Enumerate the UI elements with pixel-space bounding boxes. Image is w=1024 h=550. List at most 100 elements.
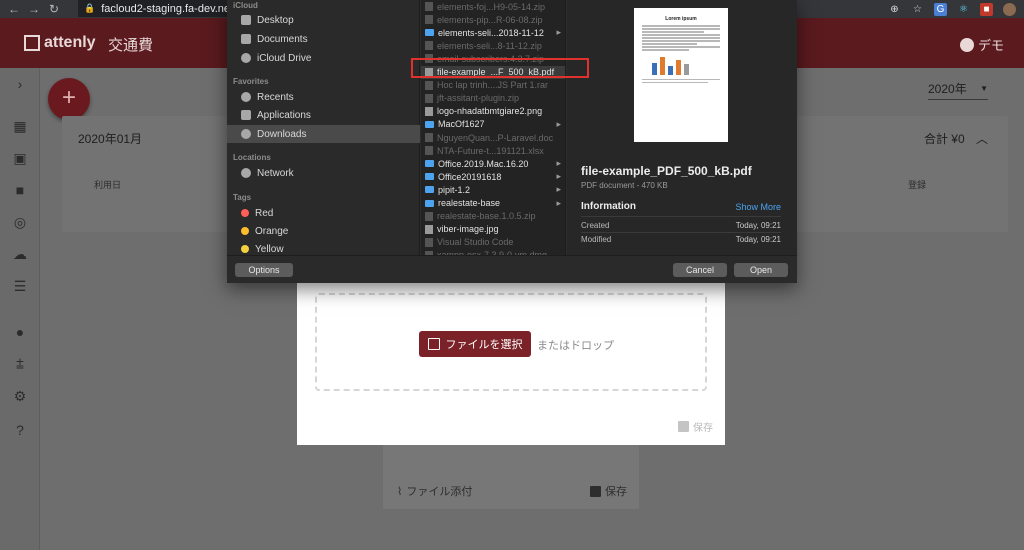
file-item[interactable]: elements-seli...8-11-12.zip [421,39,565,52]
choose-file-button[interactable]: ファイルを選択 [419,331,531,357]
calendar-icon[interactable]: ▦ [12,118,28,134]
tag-red[interactable]: Red [227,204,420,222]
upload-dialog: ファイルを選択 またはドロップ 保存 [297,283,725,445]
file-name: NguyenQuan...P-Laravel.doc [437,132,554,143]
folder-icon [425,186,434,194]
profile-icon[interactable] [1003,2,1016,16]
list-icon[interactable]: ☰ [12,278,28,294]
file-item[interactable]: elements-pip...R-06-08.zip [421,13,565,26]
compass-icon[interactable]: ◎ [12,214,28,230]
sidebar-item-desktop[interactable]: Desktop [227,11,420,29]
orange-tag-icon [241,227,249,235]
address-bar[interactable]: 🔒 facloud2-staging.fa-dev.net/ [78,0,238,17]
file-icon [425,237,433,247]
sidebar-item-applications[interactable]: Applications [227,106,420,124]
locations-header: Locations [233,153,271,162]
reload-icon[interactable]: ↻ [44,0,64,18]
file-icon [425,106,433,116]
favorites-header: Favorites [233,77,269,86]
sidebar-label: Recents [257,91,294,103]
chevron-up-icon: ︿ [975,132,988,146]
file-name: Visual Studio Code [437,237,514,248]
file-item[interactable]: NguyenQuan...P-Laravel.doc [421,131,565,144]
sidebar-label: Documents [257,33,308,45]
sidebar-label: Desktop [257,14,294,26]
star-icon[interactable]: ☆ [911,3,924,16]
person-icon[interactable]: ● [12,324,28,340]
file-icon [425,146,433,156]
file-dropzone[interactable]: ファイルを選択 またはドロップ [315,293,707,391]
file-item[interactable]: viber-image.jpg [421,223,565,236]
file-icon [425,2,433,11]
forward-icon[interactable]: → [24,0,44,18]
expand-chevron-icon[interactable]: › [12,76,28,92]
document-icon [241,34,251,44]
translate-icon[interactable]: G [934,2,947,16]
year-value: 2020年 [928,82,967,96]
folder-item[interactable]: Office20191618 ▸ [421,170,565,183]
tag-label: Red [255,207,274,219]
options-button[interactable]: Options [235,263,293,277]
file-name: viber-image.jpg [437,224,499,235]
user-menu[interactable]: デモ [959,35,1004,54]
file-name: elements-seli...2018-11-12 [438,27,544,38]
thumbnail-title: Lorem ipsum [665,16,697,22]
folder-item[interactable]: realestate-base ▸ [421,197,565,210]
tag-orange[interactable]: Orange [227,222,420,240]
sidebar-label: iCloud Drive [257,52,312,64]
file-name: Office20191618 [438,171,502,182]
save-button-secondary[interactable]: 保存 [590,483,627,499]
file-icon [425,93,433,103]
gear-icon[interactable]: ⚙ [12,388,28,404]
folder-icon [425,160,434,168]
react-icon[interactable]: ⚛ [957,3,970,16]
folder-item[interactable]: MacOf1627 ▸ [421,118,565,131]
back-icon[interactable]: ← [4,0,24,18]
save-button[interactable]: 保存 [678,419,713,434]
file-name: Hoc lap trinh....JS Part 1.rar [437,80,549,91]
sidebar-item-icloud-drive[interactable]: iCloud Drive [227,49,420,67]
red-tag-icon [241,209,249,217]
logo-text: attenly [44,34,96,51]
folder-item[interactable]: elements-seli...2018-11-12 ▸ [421,26,565,39]
help-icon[interactable]: ? [12,422,28,438]
file-item[interactable]: Hoc lap trinh....JS Part 1.rar [421,79,565,92]
cancel-button[interactable]: Cancel [673,263,727,277]
file-item[interactable]: Visual Studio Code [421,236,565,249]
extension-icon[interactable]: ■ [980,2,993,16]
add-fab-button[interactable]: + [48,78,90,120]
file-item[interactable]: jft-assitant-plugin.zip [421,92,565,105]
sidebar-item-network[interactable]: Network [227,164,420,182]
file-item[interactable]: elements-foj...H9-05-14.zip [421,0,565,13]
folder-item[interactable]: Office.2019.Mac.16.20 ▸ [421,157,565,170]
file-item[interactable]: logo-nhadatbmtgiare2.png [421,105,565,118]
show-more-link[interactable]: Show More [735,202,781,212]
chevron-right-icon: ▸ [556,158,561,169]
applications-icon [241,110,251,120]
cloud-upload-icon[interactable]: ☁ [12,246,28,262]
folder-item[interactable]: pipit-1.2 ▸ [421,183,565,196]
file-picker-dialog: iCloud Desktop Documents iCloud Drive Fa… [227,0,797,283]
file-icon [425,133,433,142]
train-icon[interactable]: ▣ [12,150,28,166]
month-total[interactable]: 合計 ¥0 ︿ [924,130,988,147]
add-circle-icon[interactable]: ⊕ [888,3,901,16]
globe-icon [241,168,251,178]
file-icon [425,41,433,51]
sidebar-item-recents[interactable]: Recents [227,88,420,106]
sidebar-label: Applications [257,109,311,121]
chevron-down-icon: ▼ [980,84,988,93]
open-button[interactable]: Open [734,263,788,277]
briefcase-icon[interactable]: ■ [12,182,28,198]
sidebar-item-downloads[interactable]: Downloads [227,125,420,143]
sidebar-item-documents[interactable]: Documents [227,30,420,48]
attach-file-button[interactable]: ⌇ ファイル添付 [397,483,472,499]
approval-icon[interactable]: ⩲ [12,356,28,372]
save-icon [678,421,689,432]
file-item[interactable]: NTA-Future-t...191121.xlsx [421,144,565,157]
file-item[interactable]: realestate-base.1.0.5.zip [421,210,565,223]
sidebar-label: Network [257,167,294,179]
year-select[interactable]: 2020年 ▼ [928,78,988,100]
app-logo[interactable]: attenly [24,34,96,52]
chevron-right-icon: ▸ [556,27,561,38]
